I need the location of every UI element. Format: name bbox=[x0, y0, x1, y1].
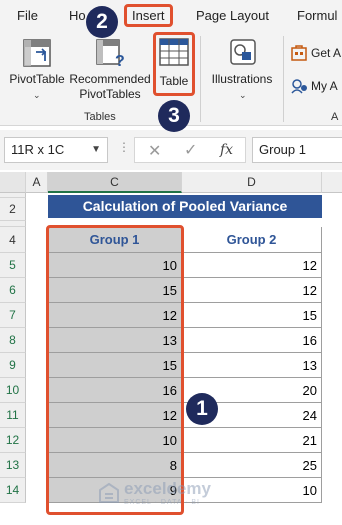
column-header-c[interactable]: C bbox=[48, 172, 182, 193]
group-label-addins: A bbox=[331, 111, 339, 123]
more-options-icon: ⋮ bbox=[118, 140, 130, 154]
step-badge-2: 2 bbox=[86, 6, 118, 38]
recommended-pivot-icon: ? bbox=[96, 39, 125, 68]
group-2-cell[interactable]: 16 bbox=[182, 328, 322, 353]
row-header-2[interactable]: 2 bbox=[0, 198, 26, 221]
get-addins-button[interactable]: Get A bbox=[289, 43, 342, 65]
row-header-11[interactable]: 11 bbox=[0, 403, 26, 428]
formula-input[interactable]: Group 1 bbox=[252, 137, 342, 163]
insert-tab-highlight bbox=[124, 4, 173, 27]
tab-page-layout[interactable]: Page Layout bbox=[196, 8, 269, 23]
store-icon bbox=[291, 45, 307, 61]
name-box[interactable]: 11R x 1C ▼ bbox=[4, 137, 108, 163]
illustrations-button[interactable]: Illustrations ⌄ bbox=[205, 34, 279, 108]
tab-file[interactable]: File bbox=[17, 8, 38, 23]
svg-text:?: ? bbox=[115, 53, 125, 68]
illustrations-label: Illustrations bbox=[211, 72, 273, 86]
chevron-down-icon: ▼ bbox=[91, 144, 101, 155]
select-all-corner[interactable] bbox=[0, 172, 26, 193]
group-2-cell[interactable]: 13 bbox=[182, 353, 322, 378]
row-header-10[interactable]: 10 bbox=[0, 378, 26, 403]
group-2-cell[interactable]: 21 bbox=[182, 428, 322, 453]
column-header-d[interactable]: D bbox=[182, 172, 322, 193]
step-badge-1: 1 bbox=[186, 393, 218, 425]
pivot-table-icon bbox=[23, 39, 51, 67]
row-header-12[interactable]: 12 bbox=[0, 428, 26, 453]
step-badge-3: 3 bbox=[158, 100, 190, 132]
insert-function-icon[interactable]: fx bbox=[220, 142, 233, 158]
watermark: exceldemy EXCEL · DATA · BI bbox=[98, 479, 248, 509]
recommended-label-2: PivotTables bbox=[79, 87, 141, 101]
row-header-4[interactable]: 4 bbox=[0, 227, 26, 253]
row-header-14[interactable]: 14 bbox=[0, 478, 26, 503]
column-header-a[interactable]: A bbox=[26, 172, 48, 193]
chevron-down-icon: ⌄ bbox=[239, 90, 247, 100]
group-1-selection-highlight bbox=[46, 225, 184, 515]
row-header-9[interactable]: 9 bbox=[0, 353, 26, 378]
watermark-tagline: EXCEL · DATA · BI bbox=[124, 499, 200, 506]
recommended-pivottables-button[interactable]: ? Recommended PivotTables bbox=[68, 34, 152, 108]
pivot-table-label: PivotTable bbox=[9, 72, 65, 86]
illustrations-icon bbox=[230, 39, 256, 65]
get-addins-label: Get A bbox=[311, 46, 342, 60]
row-header-5[interactable]: 5 bbox=[0, 253, 26, 278]
recommended-label-1: Recommended bbox=[69, 72, 151, 86]
formula-content: Group 1 bbox=[259, 142, 306, 157]
ribbon-separator bbox=[283, 36, 284, 122]
row-header-7[interactable]: 7 bbox=[0, 303, 26, 328]
column-header-next[interactable] bbox=[322, 172, 342, 193]
enter-icon[interactable]: ✓ bbox=[184, 140, 197, 160]
my-addins-label: My A bbox=[311, 79, 338, 93]
header-group-2[interactable]: Group 2 bbox=[182, 227, 322, 253]
tab-home[interactable]: Ho bbox=[69, 8, 86, 23]
tab-formulas[interactable]: Formul bbox=[297, 8, 337, 23]
addin-icon bbox=[291, 79, 307, 94]
formula-bar: 11R x 1C ▼ ⋮ ✕ ✓ fx Group 1 bbox=[0, 130, 342, 170]
row-header-8[interactable]: 8 bbox=[0, 328, 26, 353]
formula-controls: ✕ ✓ fx bbox=[134, 137, 246, 163]
pivot-table-button[interactable]: PivotTable ⌄ bbox=[4, 34, 70, 108]
watermark-logo-icon bbox=[99, 482, 119, 503]
group-label-tables: Tables bbox=[84, 111, 116, 123]
group-2-cell[interactable]: 12 bbox=[182, 253, 322, 278]
table-button-highlight bbox=[153, 32, 195, 96]
ribbon-separator bbox=[200, 36, 201, 122]
name-box-value: 11R x 1C bbox=[11, 142, 65, 157]
my-addins-button[interactable]: My A bbox=[289, 76, 342, 98]
spreadsheet-grid: A C D 2 4 5 6 7 8 9 10 11 12 13 14 Calcu… bbox=[0, 172, 342, 525]
row-header-6[interactable]: 6 bbox=[0, 278, 26, 303]
cancel-icon[interactable]: ✕ bbox=[148, 141, 161, 161]
sheet-title[interactable]: Calculation of Pooled Variance bbox=[48, 195, 322, 218]
watermark-text: exceldemy bbox=[124, 479, 211, 498]
group-2-cell[interactable]: 25 bbox=[182, 453, 322, 478]
row-header-13[interactable]: 13 bbox=[0, 453, 26, 478]
chevron-down-icon: ⌄ bbox=[33, 90, 41, 100]
group-2-cell[interactable]: 15 bbox=[182, 303, 322, 328]
group-2-cell[interactable]: 12 bbox=[182, 278, 322, 303]
